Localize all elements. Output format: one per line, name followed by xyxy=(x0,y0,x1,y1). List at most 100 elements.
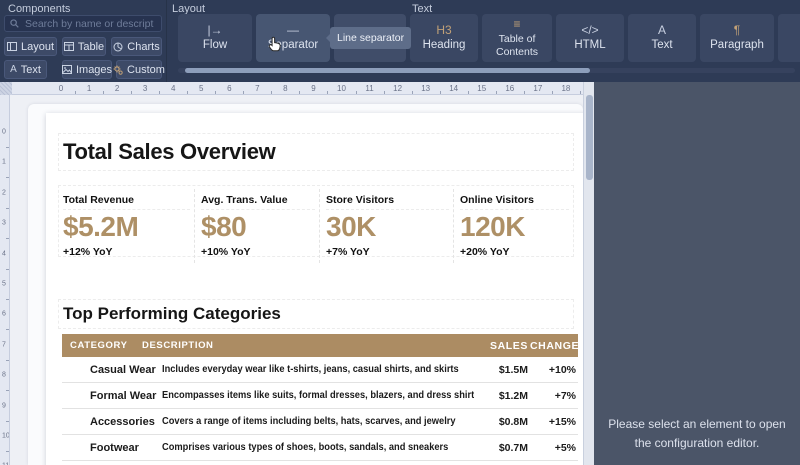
ruler-number: 9 xyxy=(311,84,316,93)
components-table-button[interactable]: Table xyxy=(62,37,106,56)
toolbar-scrollbar[interactable] xyxy=(178,68,795,73)
metric-value: $5.2M xyxy=(63,211,139,242)
tile-paragraph[interactable]: ¶ Paragraph xyxy=(700,14,774,62)
tile-label: Paragraph xyxy=(710,38,764,51)
metric-delta: +7% YoY xyxy=(326,245,370,258)
document-page[interactable]: Total Sales Overview Total Revenue $5.2M… xyxy=(46,113,583,465)
tile-label: HTML xyxy=(574,38,606,51)
table-icon xyxy=(63,42,74,51)
components-layout-button[interactable]: Layout xyxy=(4,37,57,56)
col-header-category: CATEGORY xyxy=(70,340,128,351)
button-label: Images xyxy=(75,63,113,76)
tile-heading[interactable]: H3 Heading xyxy=(410,14,478,62)
tile-table-of-contents[interactable]: ≡ Table of Contents xyxy=(482,14,552,62)
toolbar-divider xyxy=(166,0,167,82)
metric-online-visitors[interactable]: Online Visitors 120K +20% YoY xyxy=(453,189,573,263)
tile-label: Heading xyxy=(422,38,466,51)
ruler-number: 6 xyxy=(227,84,232,93)
tooltip: Line separator xyxy=(325,27,412,49)
table-header-row: CATEGORY DESCRIPTION SALES CHANGE xyxy=(62,334,580,357)
report-builder-app: Components Layout Table Charts A Text Im… xyxy=(0,0,800,465)
cell-sales: $0.7M xyxy=(498,441,528,454)
ruler-number: 15 xyxy=(477,84,487,93)
ruler-number: 10 xyxy=(2,432,10,440)
cell-sales: $1.5M xyxy=(498,363,528,376)
gears-icon xyxy=(113,65,123,75)
letter-a-icon: A xyxy=(657,22,666,37)
tile-flow[interactable]: |→ Flow xyxy=(178,14,252,62)
categories-table[interactable]: CATEGORY DESCRIPTION SALES CHANGE Casual… xyxy=(62,334,580,461)
search-input[interactable] xyxy=(23,16,156,31)
ruler-number: 1 xyxy=(2,158,6,166)
tile-html[interactable]: </> HTML xyxy=(556,14,624,62)
cell-description: Includes everyday wear like t-shirts, je… xyxy=(162,364,459,375)
components-text-button[interactable]: A Text xyxy=(4,60,47,79)
pie-chart-icon xyxy=(113,42,123,51)
heading-h3-icon: H3 xyxy=(436,22,452,37)
ruler-number: 17 xyxy=(533,84,543,93)
toolbar-scrollbar-thumb[interactable] xyxy=(185,68,590,73)
button-label: Custom xyxy=(127,63,165,76)
ruler-number: 0 xyxy=(58,84,64,93)
table-row[interactable]: Accessories Covers a range of items incl… xyxy=(62,409,578,435)
components-charts-button[interactable]: Charts xyxy=(111,37,162,56)
pilcrow-icon: ¶ xyxy=(733,22,741,37)
cell-sales: $1.2M xyxy=(498,389,528,402)
cell-change: +5% xyxy=(554,441,576,454)
tile-text[interactable]: A Text xyxy=(628,14,696,62)
cell-category: Accessories xyxy=(90,415,155,428)
letter-a-icon: A xyxy=(10,63,17,75)
ruler-number: 2 xyxy=(114,84,120,93)
table-row[interactable]: Casual Wear Includes everyday wear like … xyxy=(62,357,578,383)
ruler-number: 8 xyxy=(2,371,6,379)
image-icon xyxy=(61,65,72,74)
ruler-number: 4 xyxy=(2,250,6,258)
components-images-button[interactable]: Images xyxy=(61,60,113,79)
cell-description: Encompasses items like suits, formal dre… xyxy=(162,390,474,401)
canvas-scrollbar[interactable] xyxy=(583,82,594,465)
ruler-number: 18 xyxy=(561,84,571,93)
col-header-sales: SALES xyxy=(489,339,528,352)
cell-category: Formal Wear xyxy=(90,389,157,402)
ruler-number: 6 xyxy=(2,310,6,318)
tile-partial[interactable] xyxy=(778,14,800,62)
cell-change: +15% xyxy=(548,415,576,428)
ruler-number: 4 xyxy=(170,84,176,93)
ruler-number: 14 xyxy=(449,84,459,93)
table-row[interactable]: Formal Wear Encompasses items like suits… xyxy=(62,383,578,409)
button-label: Table xyxy=(77,40,105,53)
ruler-number: 5 xyxy=(2,280,6,288)
h-ruler: 0 1 2 3 4 5 6 7 8 9 10 11 12 13 14 15 16 17 18 xyxy=(12,82,583,95)
hand-cursor-icon xyxy=(268,36,283,58)
cell-description: Comprises various types of shoes, boots,… xyxy=(162,442,449,453)
tile-label: Table of Contents xyxy=(495,33,539,58)
editor-canvas[interactable]: Total Sales Overview Total Revenue $5.2M… xyxy=(10,95,583,465)
section-heading-block[interactable]: Top Performing Categories xyxy=(58,299,574,329)
title-block[interactable]: Total Sales Overview xyxy=(58,133,574,171)
tooltip-text: Line separator xyxy=(337,32,405,44)
button-label: Charts xyxy=(127,40,160,53)
metrics-block[interactable]: Total Revenue $5.2M +12% YoY Avg. Trans.… xyxy=(58,185,574,263)
metric-store-visitors[interactable]: Store Visitors 30K +7% YoY xyxy=(319,189,453,263)
ruler-corner xyxy=(0,82,12,95)
tile-label: Text xyxy=(651,38,673,51)
ruler-number: 11 xyxy=(365,84,374,93)
col-header-change: CHANGE xyxy=(530,339,580,352)
component-search[interactable] xyxy=(4,15,162,32)
ruler-number: 7 xyxy=(2,341,6,349)
metric-avg-trans-value[interactable]: Avg. Trans. Value $80 +10% YoY xyxy=(194,189,319,263)
components-section-label: Components xyxy=(8,3,71,15)
ruler-number: 2 xyxy=(2,189,6,197)
components-custom-button[interactable]: Custom xyxy=(113,60,165,79)
metric-label: Avg. Trans. Value xyxy=(201,194,315,210)
code-icon: </> xyxy=(581,22,599,37)
cell-change: +10% xyxy=(548,363,576,376)
flow-icon: |→ xyxy=(207,22,223,37)
button-label: Text xyxy=(20,63,41,76)
layout-grid-icon xyxy=(6,42,17,51)
metric-total-revenue[interactable]: Total Revenue $5.2M +12% YoY xyxy=(63,189,194,263)
canvas-scrollbar-thumb[interactable] xyxy=(586,95,593,180)
table-row[interactable]: Footwear Comprises various types of shoe… xyxy=(62,435,578,461)
ruler-number: 7 xyxy=(255,84,260,93)
metric-value: $80 xyxy=(201,211,247,242)
